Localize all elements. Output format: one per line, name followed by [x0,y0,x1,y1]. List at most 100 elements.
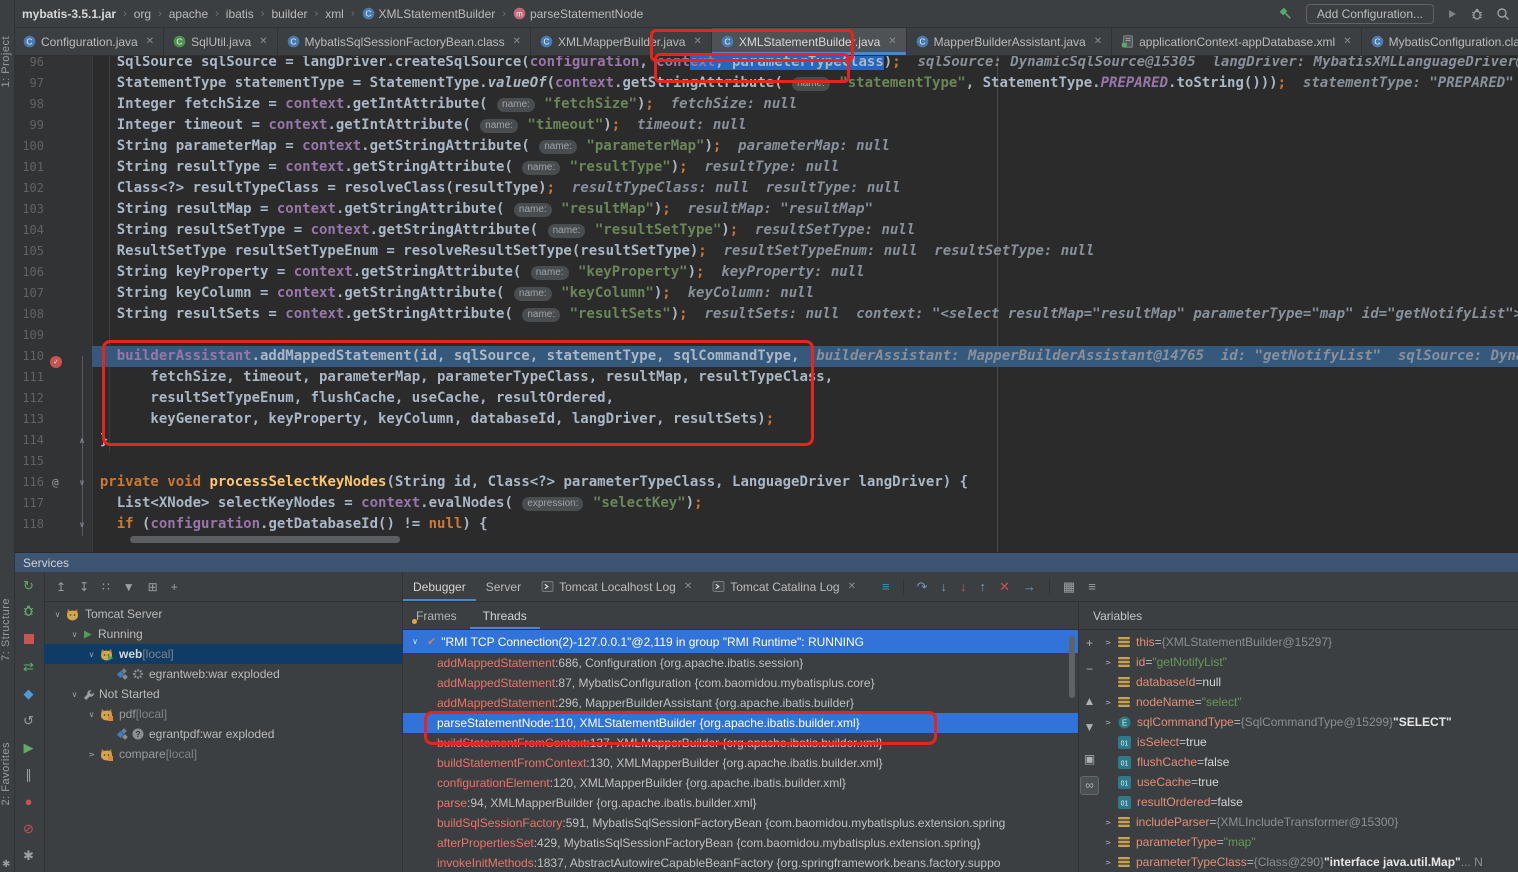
step-into-icon[interactable]: ↓ [941,579,948,594]
editor-tab[interactable]: applicationContext-appDatabase.xml✕ [1112,28,1362,55]
view-breakpoints-icon[interactable]: ⊘ [14,815,43,842]
chevron-right-icon[interactable]: ∨ [87,747,96,762]
rerun-debug-icon[interactable] [14,599,43,626]
code-line[interactable]: 97 StatementType statementType = Stateme… [14,73,1518,94]
step-over-icon[interactable]: ↷ [917,579,928,595]
stack-frame[interactable]: invokeInitMethods:1837, AbstractAutowire… [403,853,1078,872]
stack-frame[interactable]: buildStatementFromContext:130, XMLMapper… [403,753,1078,773]
stack-frame[interactable]: addMappedStatement:686, Configuration {o… [403,653,1078,673]
tab-tomcat-localhost-log[interactable]: Tomcat Localhost Log✕ [531,572,702,601]
tab-frames[interactable]: Frames [403,602,470,629]
editor-tab[interactable]: CMybatisSqlSessionFactoryBean.class✕ [278,28,531,55]
group-by-icon[interactable]: ∷ [102,580,110,594]
close-icon[interactable]: ✕ [259,36,267,47]
editor-tab[interactable]: CXMLMapperBuilder.java✕ [531,28,712,55]
breadcrumb-item[interactable]: mybatis-3.5.1.jar [22,7,116,21]
show-watches-icon[interactable]: ∞ [1080,776,1099,795]
code-editor[interactable]: 96 SqlSource sqlSource = langDriver.crea… [14,56,1518,552]
service-tree-item[interactable]: ∨Running [44,624,402,644]
chevron-down-icon[interactable]: ∨ [50,610,65,619]
mute-breakpoints-icon[interactable]: ● [14,788,43,815]
editor-tab[interactable]: CSqlUtil.java✕ [164,28,277,55]
stack-frame[interactable]: buildSqlSessionFactory:591, MybatisSqlSe… [403,813,1078,833]
duplicate-watch-icon[interactable]: ▣ [1079,746,1100,772]
code-line[interactable]: 113 keyGenerator, keyProperty, keyColumn… [14,409,1518,430]
collapse-all-icon[interactable]: ↧ [79,580,89,594]
code-line[interactable]: 114∧ } [14,430,1518,451]
variable-row[interactable]: ∨EsqlCommandType = {SqlCommandType@15299… [1100,712,1518,732]
breadcrumb-item[interactable]: apache [169,7,208,21]
editor-tab[interactable]: CMybatisConfiguration.class✕ [1362,28,1518,55]
drop-frame-icon[interactable]: ✕ [999,579,1010,595]
code-line[interactable]: 102 Class<?> resultTypeClass = resolveCl… [14,178,1518,199]
frames-scrollbar[interactable] [1069,636,1075,698]
variable-row[interactable]: ∨databaseId = null [1100,672,1518,692]
close-icon[interactable]: ✕ [146,36,154,47]
stack-frame[interactable]: addMappedStatement:87, MybatisConfigurat… [403,673,1078,693]
code-line[interactable]: 117 List<XNode> selectKeyNodes = context… [14,493,1518,514]
force-step-into-icon[interactable]: ↓ [960,579,967,594]
code-line[interactable]: 106 String keyProperty = context.getStri… [14,262,1518,283]
update-application-icon[interactable]: ↺ [14,707,43,734]
service-tree-item[interactable]: ?egrantpdf:war exploded [44,724,402,744]
tab-debugger[interactable]: Debugger [403,572,476,601]
stack-frame[interactable]: addMappedStatement:296, MapperBuilderAss… [403,693,1078,713]
services-toolwindow-header[interactable]: Services [14,552,1518,572]
breadcrumb-item[interactable]: xml [325,7,344,21]
rerun-icon[interactable]: ↻ [14,572,43,599]
layout-settings-icon[interactable]: ≡ [1088,579,1096,594]
move-up-icon[interactable]: ▲ [1079,688,1100,714]
chevron-right-icon[interactable]: ∨ [1104,714,1113,730]
move-down-icon[interactable]: ▼ [1079,714,1100,740]
add-service-icon[interactable]: + [171,580,178,594]
code-line[interactable]: 100 String parameterMap = context.getStr… [14,136,1518,157]
editor-tab[interactable]: CConfiguration.java✕ [14,28,164,55]
code-line[interactable]: 107 String keyColumn = context.getString… [14,283,1518,304]
chevron-right-icon[interactable]: ∨ [1104,814,1113,830]
new-service-frame-icon[interactable]: ⊞ [148,580,158,594]
close-icon[interactable]: ✕ [1094,36,1102,47]
breadcrumb-item[interactable]: org [134,7,151,21]
breadcrumb-item[interactable]: mparseStatementNode [513,7,643,21]
close-icon[interactable]: ✕ [848,581,856,592]
breadcrumb-item[interactable]: CXMLStatementBuilder [362,7,496,21]
service-tree-item[interactable]: egrantweb:war exploded [44,664,402,684]
build-hammer-icon[interactable] [1278,6,1294,22]
editor-tab[interactable]: CXMLStatementBuilder.java✕ [712,28,907,55]
hotswap-icon[interactable]: ◆ [14,680,43,707]
service-tree-item[interactable]: ∨web [local] [44,644,402,664]
run-to-cursor-icon[interactable]: → [1023,579,1036,594]
chevron-right-icon[interactable]: ∨ [1104,654,1113,670]
debug-icon[interactable] [1470,7,1484,21]
variable-row[interactable]: ∨this = {XMLStatementBuilder@15297} [1100,632,1518,652]
gear-icon[interactable]: ✱ [2,859,10,870]
editor-tab[interactable]: CMapperBuilderAssistant.java✕ [907,28,1112,55]
close-icon[interactable]: ✕ [1343,36,1351,47]
step-out-icon[interactable]: ↑ [980,579,987,594]
service-tree-item[interactable]: ∨Not Started [44,684,402,704]
code-line[interactable]: 98 Integer fetchSize = context.getIntAtt… [14,94,1518,115]
code-line[interactable]: 103 String resultMap = context.getString… [14,199,1518,220]
variable-row[interactable]: ∨nodeName = "select" [1100,692,1518,712]
code-line[interactable]: 116@∨ private void processSelectKeyNodes… [14,472,1518,493]
chevron-down-icon[interactable]: ∨ [67,630,82,639]
variable-row[interactable]: ∨01flushCache = false [1100,752,1518,772]
evaluate-expression-icon[interactable]: ▦ [1063,579,1075,595]
deploy-icon[interactable]: ⇄ [14,653,43,680]
code-line[interactable]: 110✓ builderAssistant.addMappedStatement… [14,346,1518,367]
search-icon[interactable] [1496,7,1510,21]
stack-frame[interactable]: configurationElement:120, XMLMapperBuild… [403,773,1078,793]
close-icon[interactable]: ✕ [513,36,521,47]
tab-tomcat-catalina-log[interactable]: Tomcat Catalina Log✕ [702,572,866,601]
remove-watch-icon[interactable]: − [1079,656,1100,682]
close-icon[interactable]: ✕ [684,581,692,592]
service-tree-item[interactable]: ∨Tomcat Server [44,604,402,624]
layout-icon[interactable]: ≡ [882,579,890,594]
code-line[interactable]: 104 String resultSetType = context.getSt… [14,220,1518,241]
thread-row[interactable]: ∨✔"RMI TCP Connection(2)-127.0.0.1"@2,11… [403,630,1078,653]
filter-icon[interactable]: ▼ [123,580,135,594]
add-configuration-button[interactable]: Add Configuration... [1306,4,1434,24]
variable-row[interactable]: ∨includeParser = {XMLIncludeTransformer@… [1100,812,1518,832]
resume-icon[interactable]: ▶ [14,734,43,761]
variable-row[interactable]: ∨parameterTypeClass = {Class@290} "inter… [1100,852,1518,872]
